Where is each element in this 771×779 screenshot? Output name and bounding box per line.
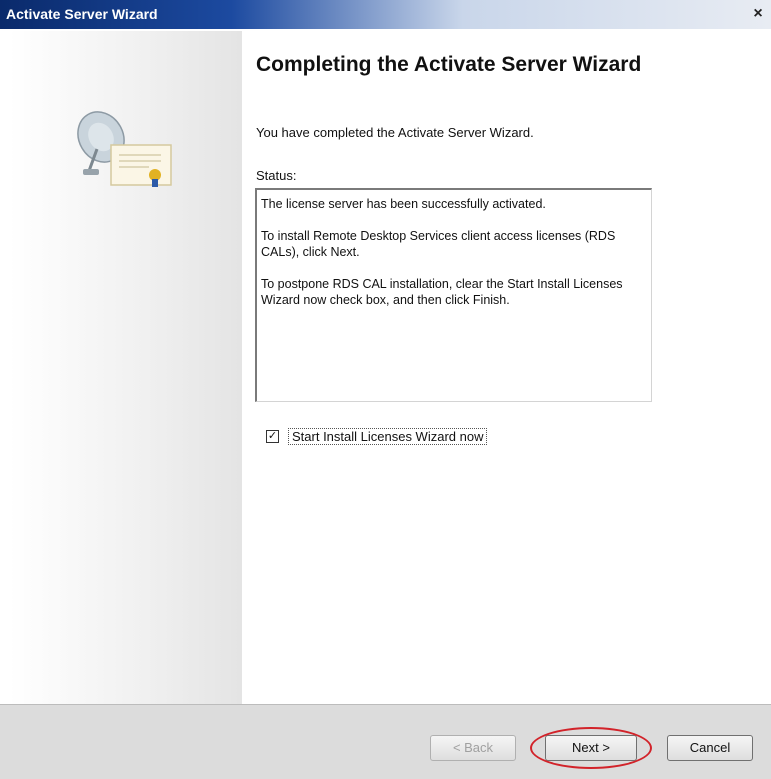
- back-button[interactable]: < Back: [430, 735, 516, 761]
- next-button[interactable]: Next >: [545, 735, 637, 761]
- wizard-sidebar: [9, 31, 242, 704]
- start-install-wizard-label[interactable]: Start Install Licenses Wizard now: [288, 428, 488, 445]
- satellite-dish-certificate-icon: [77, 111, 172, 187]
- status-label: Status:: [256, 168, 297, 183]
- status-line: To postpone RDS CAL installation, clear …: [261, 277, 623, 307]
- wizard-content: Completing the Activate Server Wizard Yo…: [242, 31, 762, 704]
- status-line: The license server has been successfully…: [261, 197, 546, 211]
- wizard-window: Activate Server Wizard × Completing the …: [0, 0, 771, 779]
- window-title: Activate Server Wizard: [6, 6, 158, 22]
- completion-message: You have completed the Activate Server W…: [256, 125, 534, 140]
- close-button[interactable]: ×: [747, 4, 769, 24]
- cancel-button[interactable]: Cancel: [667, 735, 753, 761]
- title-bar: Activate Server Wizard ×: [0, 0, 771, 29]
- start-install-wizard-checkbox[interactable]: ✓: [266, 430, 279, 443]
- status-textbox[interactable]: The license server has been successfully…: [255, 188, 652, 402]
- wizard-footer: < Back Next > Cancel: [0, 704, 771, 779]
- status-line: To install Remote Desktop Services clien…: [261, 229, 616, 259]
- page-title: Completing the Activate Server Wizard: [256, 53, 642, 76]
